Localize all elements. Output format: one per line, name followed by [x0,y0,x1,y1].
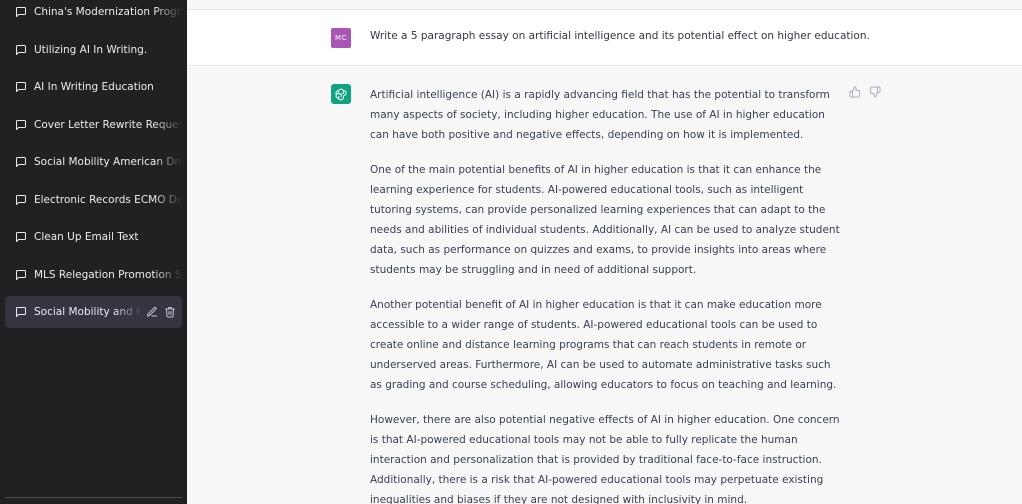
sidebar-item-label: Social Mobility and Fr [34,306,142,318]
user-message-text: Write a 5 paragraph essay on artificial … [370,30,870,42]
sidebar-item-label: Electronic Records ECMO Do [34,194,182,206]
item-actions [146,306,176,318]
chat-bubble-icon [16,120,26,130]
pencil-icon[interactable] [146,306,158,318]
answer-paragraph: One of the main potential benefits of AI… [370,164,840,276]
sidebar-item-social-mobility-american[interactable]: Social Mobility American Dre [5,146,182,178]
answer-paragraph: Artificial intelligence (AI) is a rapidl… [370,89,830,141]
assistant-avatar [331,84,351,104]
chat-bubble-icon [16,270,26,280]
chat-bubble-icon [16,82,26,92]
sidebar-divider [5,497,182,498]
sidebar-item-ai-writing-education[interactable]: AI In Writing Education [5,71,182,103]
thumbs-up-icon[interactable] [849,86,861,98]
chat-bubble-icon [16,7,26,17]
sidebar-item-china-modernization[interactable]: China's Modernization Progr [5,0,182,28]
thumbs-down-icon[interactable] [869,86,881,98]
sidebar-item-label: AI In Writing Education [34,81,182,93]
answer-paragraph: Another potential benefit of AI in highe… [370,299,837,391]
chat-bubble-icon [16,45,26,55]
sidebar-item-clean-up-email[interactable]: Clean Up Email Text [5,221,182,253]
chat-bubble-icon [16,232,26,242]
feedback-buttons [849,86,881,98]
sidebar-item-mls-relegation[interactable]: MLS Relegation Promotion S [5,259,182,291]
assistant-message-text: Artificial intelligence (AI) is a rapidl… [370,85,842,504]
previous-message-edge [187,0,1022,10]
sidebar-item-cover-letter[interactable]: Cover Letter Rewrite Request [5,109,182,141]
user-message-row: MC Write a 5 paragraph essay on artifici… [187,10,1022,66]
openai-logo-icon [335,88,347,101]
sidebar-item-label: Clean Up Email Text [34,231,182,243]
sidebar-item-label: MLS Relegation Promotion S [34,269,182,281]
assistant-message-row: Artificial intelligence (AI) is a rapidl… [187,67,1022,504]
sidebar-item-social-mobility-active[interactable]: Social Mobility and Fr [5,296,182,328]
chat-bubble-icon [16,195,26,205]
chat-bubble-icon [16,307,26,317]
sidebar-item-label: Cover Letter Rewrite Request [34,119,182,131]
trash-icon[interactable] [164,306,176,318]
sidebar: China's Modernization Progr Utilizing AI… [0,0,187,504]
sidebar-item-label: Social Mobility American Dre [34,156,182,168]
sidebar-item-utilizing-ai[interactable]: Utilizing AI In Writing. [5,34,182,66]
sidebar-item-electronic-records[interactable]: Electronic Records ECMO Do [5,184,182,216]
user-avatar: MC [331,28,351,48]
sidebar-item-label: China's Modernization Progr [34,6,182,18]
sidebar-item-label: Utilizing AI In Writing. [34,44,182,56]
conversation-pane: MC Write a 5 paragraph essay on artifici… [187,0,1022,504]
answer-paragraph: However, there are also potential negati… [370,414,840,504]
chat-bubble-icon [16,157,26,167]
